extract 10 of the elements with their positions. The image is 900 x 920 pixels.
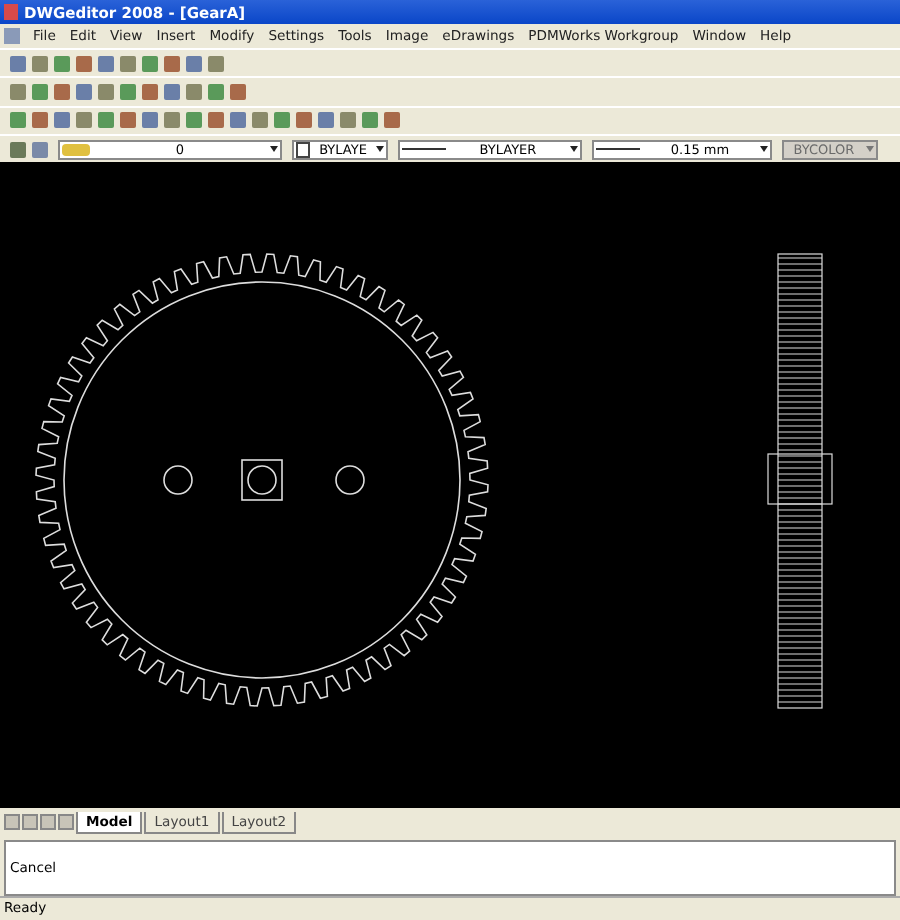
app-icon <box>4 4 18 21</box>
color-swatch <box>296 141 310 158</box>
dropdown-arrow-icon <box>376 146 384 153</box>
drawing-canvas[interactable] <box>0 162 900 809</box>
line-sample <box>596 148 640 151</box>
dropdown-arrow-icon <box>866 146 874 153</box>
line-sample <box>402 148 446 151</box>
dropdown-arrow-icon <box>270 146 278 153</box>
dropdown-arrow-icon <box>760 146 768 153</box>
dropdown-arrow-icon <box>570 146 578 153</box>
